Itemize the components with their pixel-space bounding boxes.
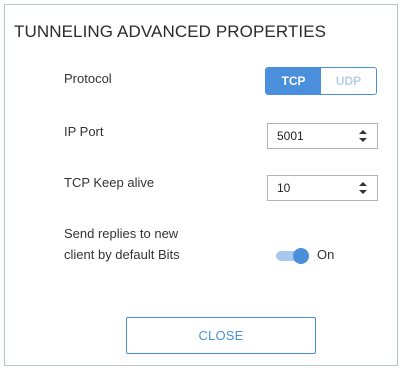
tunneling-properties-dialog: TUNNELING ADVANCED PROPERTIES Protocol T… xyxy=(4,4,398,366)
tcp-keep-alive-value[interactable]: 10 xyxy=(277,181,290,195)
ip-port-label: IP Port xyxy=(64,124,104,139)
tcp-keep-alive-label: TCP Keep alive xyxy=(64,175,155,190)
protocol-label: Protocol xyxy=(64,71,112,86)
toggle-state-text: On xyxy=(317,247,335,262)
protocol-tcp-option[interactable]: TCP xyxy=(266,68,321,94)
protocol-segmented-control: TCP UDP xyxy=(265,67,377,95)
tcp-keep-alive-spin-arrows-icon[interactable] xyxy=(358,180,368,196)
ip-port-value[interactable]: 5001 xyxy=(277,129,304,143)
toggle-knob xyxy=(293,248,309,264)
send-replies-toggle[interactable] xyxy=(276,248,309,264)
ip-port-stepper[interactable]: 5001 xyxy=(267,123,378,149)
tcp-keep-alive-stepper[interactable]: 10 xyxy=(267,175,378,201)
close-button[interactable]: CLOSE xyxy=(126,317,316,354)
ip-port-spin-arrows-icon[interactable] xyxy=(358,128,368,144)
send-replies-label-line2: client by default Bits xyxy=(64,247,180,262)
send-replies-label-line1: Send replies to new xyxy=(64,226,179,241)
protocol-udp-option[interactable]: UDP xyxy=(321,68,376,94)
dialog-title: TUNNELING ADVANCED PROPERTIES xyxy=(14,22,327,41)
